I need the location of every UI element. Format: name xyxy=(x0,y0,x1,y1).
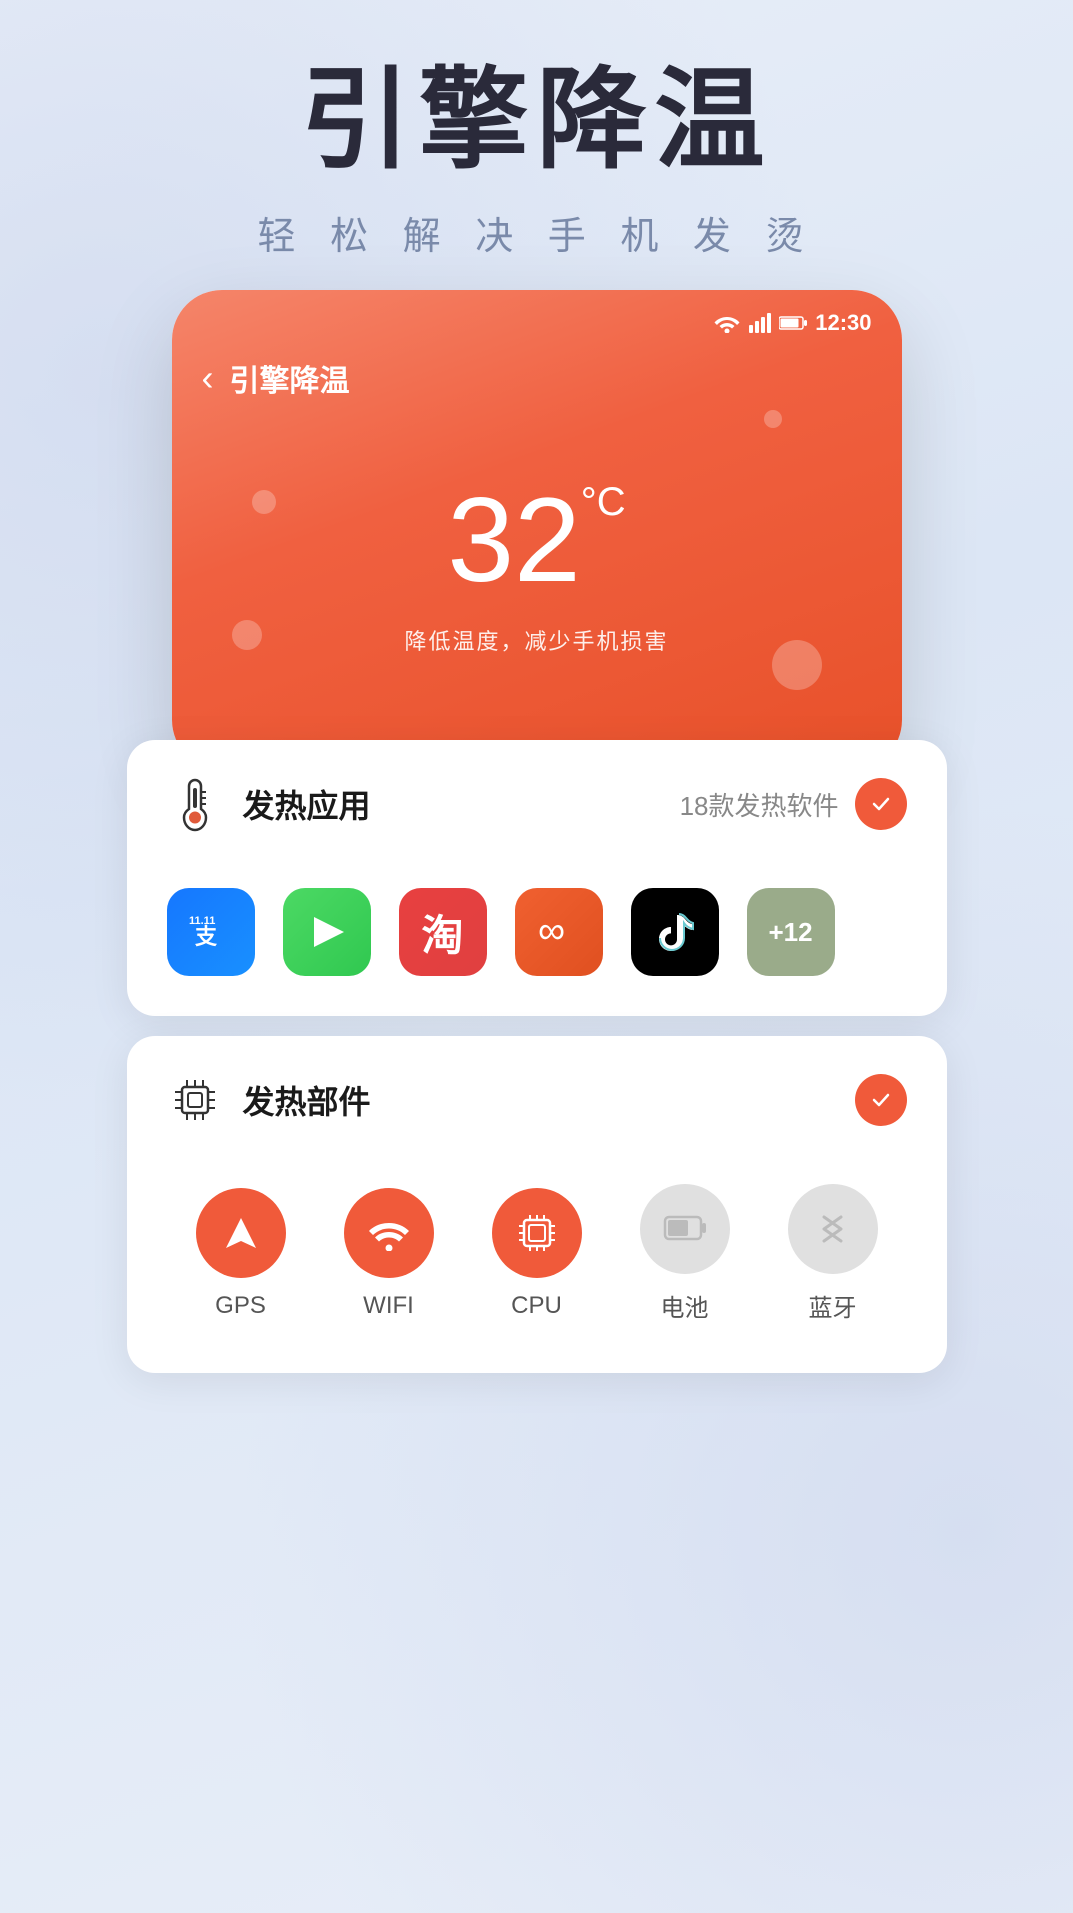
nav-bar: ‹ 引擎降温 xyxy=(202,356,872,400)
app-icon-flyme[interactable] xyxy=(283,888,371,976)
app-icon-alipay[interactable]: 11.11 支 xyxy=(167,888,255,976)
gps-label: GPS xyxy=(215,1292,266,1320)
heat-apps-label: 发热应用 xyxy=(243,781,371,827)
phone-mockup: 12:30 ‹ 引擎降温 32°C 降低温度，减少手机损害 xyxy=(172,290,902,770)
temp-unit: °C xyxy=(581,480,626,524)
comp-item-bluetooth[interactable]: 蓝牙 xyxy=(788,1184,878,1323)
gps-circle xyxy=(196,1188,286,1278)
temp-value: 32 xyxy=(447,480,580,600)
heat-apps-check-btn[interactable] xyxy=(855,778,907,830)
app-icon-taobao[interactable]: 淘 xyxy=(399,888,487,976)
heat-components-label: 发热部件 xyxy=(243,1077,371,1123)
bubble-decoration-1 xyxy=(764,410,782,428)
battery-label: 电池 xyxy=(661,1288,709,1323)
heat-components-check-btn[interactable] xyxy=(855,1074,907,1126)
cpu-label: CPU xyxy=(511,1292,562,1320)
wifi-icon xyxy=(713,313,741,333)
svg-text:支: 支 xyxy=(195,924,218,949)
app-icon-kuaishou[interactable]: ∞ xyxy=(515,888,603,976)
comp-item-wifi[interactable]: WIFI xyxy=(344,1188,434,1320)
components-row: GPS WIFI xyxy=(127,1164,947,1373)
heat-apps-card-header: 发热应用 18款发热软件 xyxy=(127,740,947,868)
cards-section: 发热应用 18款发热软件 11.11 支 xyxy=(127,740,947,1373)
bubble-decoration-4 xyxy=(232,620,262,650)
heat-components-header-left: 发热部件 xyxy=(167,1072,371,1128)
heat-apps-header-left: 发热应用 xyxy=(167,776,371,832)
chip-icon xyxy=(167,1072,223,1128)
heat-components-card-header: 发热部件 xyxy=(127,1036,947,1164)
title-section: 引擎降温 轻 松 解 决 手 机 发 烫 xyxy=(258,60,816,260)
bluetooth-circle xyxy=(788,1184,878,1274)
signal-icon xyxy=(749,313,771,333)
temp-display: 32°C 降低温度，减少手机损害 xyxy=(202,460,872,676)
status-time: 12:30 xyxy=(815,310,871,336)
bluetooth-label: 蓝牙 xyxy=(809,1288,857,1323)
status-bar: 12:30 xyxy=(202,310,872,336)
comp-item-battery[interactable]: 电池 xyxy=(640,1184,730,1323)
wifi-circle xyxy=(344,1188,434,1278)
heat-apps-count: 18款发热软件 xyxy=(680,786,839,823)
app-icon-more[interactable]: +12 xyxy=(747,888,835,976)
sub-title: 轻 松 解 决 手 机 发 烫 xyxy=(258,205,816,260)
apps-row: 11.11 支 淘 ∞ xyxy=(127,868,947,1016)
svg-text:∞: ∞ xyxy=(538,910,565,952)
bubble-decoration-3 xyxy=(772,640,822,690)
back-arrow[interactable]: ‹ xyxy=(202,357,214,399)
heat-components-card: 发热部件 GPS xyxy=(127,1036,947,1373)
heat-components-header-right xyxy=(855,1074,907,1126)
nav-title: 引擎降温 xyxy=(230,356,350,400)
battery-icon xyxy=(779,315,807,331)
comp-item-gps[interactable]: GPS xyxy=(196,1188,286,1320)
cpu-circle xyxy=(492,1188,582,1278)
comp-item-cpu[interactable]: CPU xyxy=(492,1188,582,1320)
phone-screen: 12:30 ‹ 引擎降温 32°C 降低温度，减少手机损害 xyxy=(172,290,902,770)
app-icon-douyin[interactable] xyxy=(631,888,719,976)
battery-circle xyxy=(640,1184,730,1274)
main-title: 引擎降温 xyxy=(258,60,816,181)
temp-desc: 降低温度，减少手机损害 xyxy=(202,624,872,656)
thermometer-icon xyxy=(167,776,223,832)
bubble-decoration-2 xyxy=(252,490,276,514)
heat-apps-header-right: 18款发热软件 xyxy=(680,778,907,830)
heat-apps-card: 发热应用 18款发热软件 11.11 支 xyxy=(127,740,947,1016)
wifi-label: WIFI xyxy=(363,1292,414,1320)
